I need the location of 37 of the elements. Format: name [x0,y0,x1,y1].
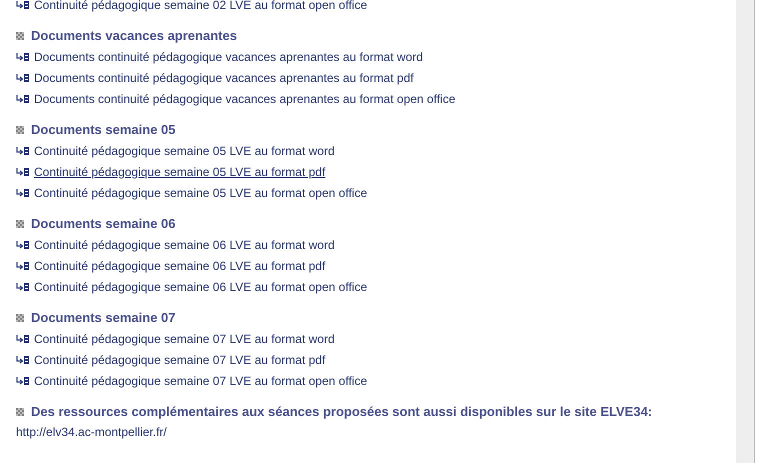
arrow-file-icon [16,188,29,196]
document-link[interactable]: Continuité pédagogique semaine 07 LVE au format pdf [34,350,326,368]
document-link[interactable]: Documents continuité pédagogique vacances aprenantes au format pdf [34,68,414,86]
bullet-icon [16,126,24,134]
arrow-file-icon [16,334,29,342]
arrow-file-icon [16,74,29,82]
arrow-file-icon [16,168,29,176]
document-link[interactable]: Continuité pédagogique semaine 06 LVE au format pdf [34,256,326,274]
section-heading: Documents semaine 06 [31,214,176,233]
arrow-file-icon [16,262,29,270]
arrow-file-icon [16,356,29,364]
document-link[interactable]: Continuité pédagogique semaine 05 LVE au format word [34,142,335,160]
document-link[interactable]: Continuité pédagogique semaine 02 LVE au format open office [34,0,368,14]
arrow-file-icon [16,52,29,60]
section-heading: Documents semaine 07 [31,308,176,327]
section-heading: Des ressources complémentaires aux séances proposées sont aussi disponibles sur le site ELVE34: [31,402,652,421]
site-link[interactable]: http://elv34.ac-montpellier.fr/ [16,422,736,443]
document-link[interactable]: Documents continuité pédagogique vacances aprenantes au format word [34,48,423,66]
document-link[interactable]: Continuité pédagogique semaine 05 LVE au format open office [34,184,368,202]
document-link[interactable]: Continuité pédagogique semaine 05 LVE au format pdf [34,162,326,180]
document-link[interactable]: Continuité pédagogique semaine 06 LVE au format word [34,236,335,254]
bullet-icon [16,314,24,322]
arrow-file-icon [16,146,29,154]
section-heading: Documents vacances aprenantes [31,26,237,45]
document-link[interactable]: Continuité pédagogique semaine 07 LVE au format word [34,330,335,348]
arrow-file-icon [16,94,29,102]
arrow-file-icon [16,282,29,290]
document-link[interactable]: Continuité pédagogique semaine 07 LVE au format open office [34,372,368,390]
arrow-file-icon [16,240,29,248]
arrow-file-icon [16,0,29,8]
document-link[interactable]: Continuité pédagogique semaine 06 LVE au format open office [34,278,368,296]
arrow-file-icon [16,376,29,384]
section-heading: Documents semaine 05 [31,120,176,139]
bullet-icon [16,32,24,40]
bullet-icon [16,408,24,416]
bullet-icon [16,220,24,228]
document-link[interactable]: Documents continuité pédagogique vacances aprenantes au format open office [34,90,456,108]
